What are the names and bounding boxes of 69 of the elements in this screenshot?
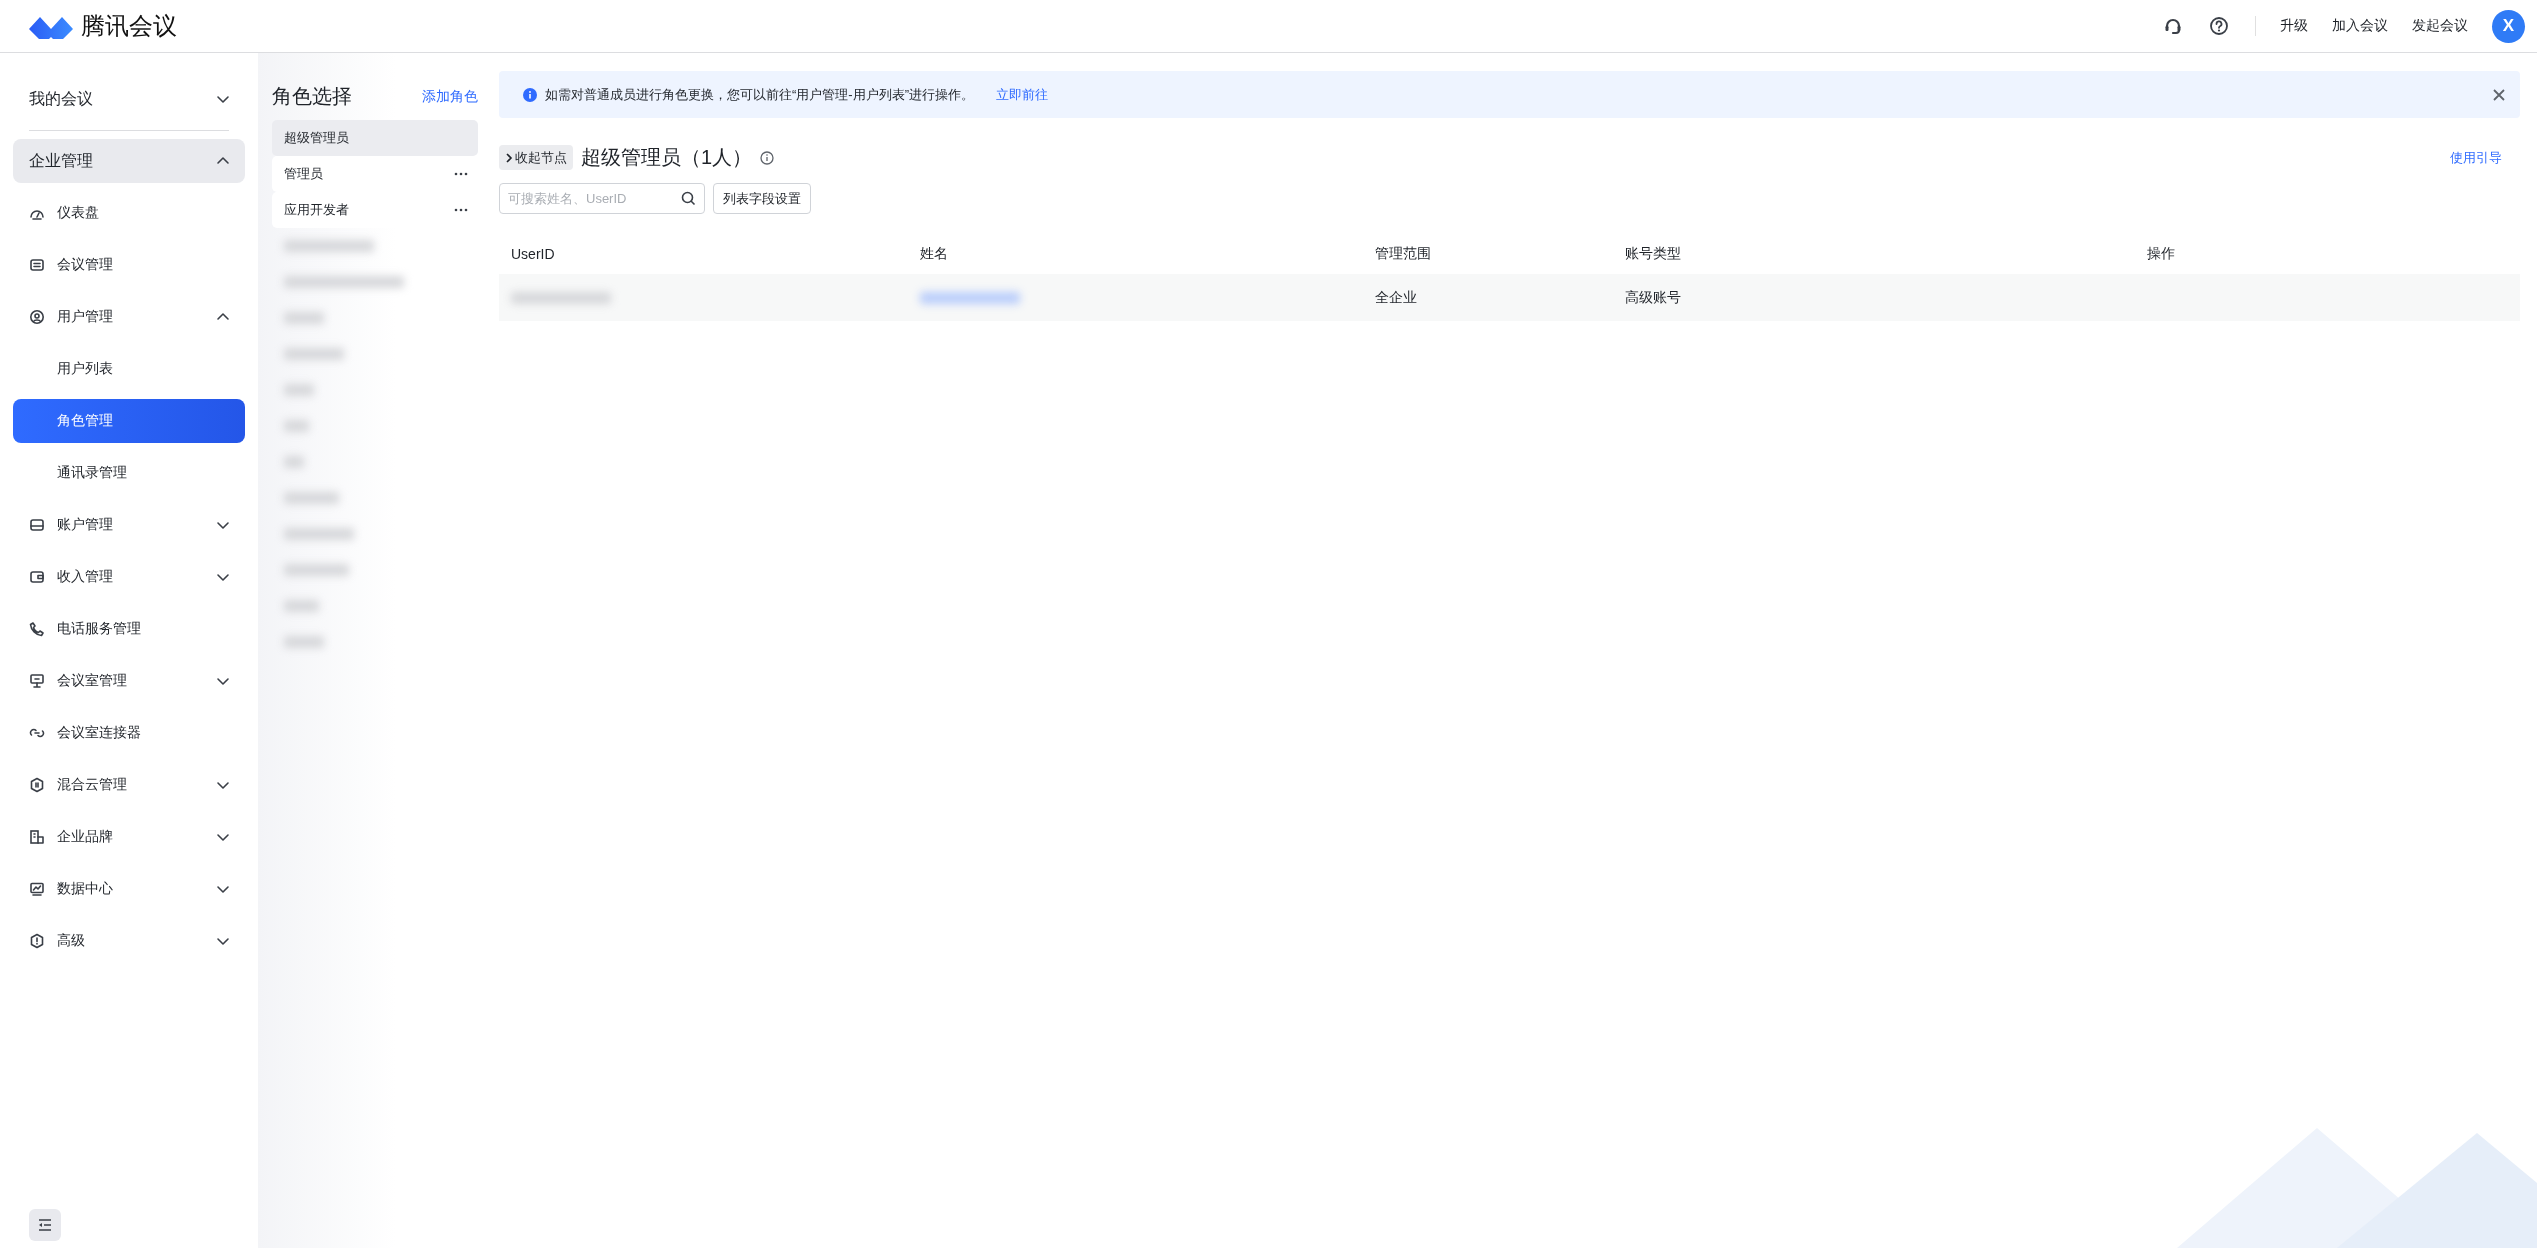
blurred-role	[284, 528, 354, 540]
nav-icon	[29, 257, 45, 273]
nav-icon	[29, 569, 45, 585]
info-outline-icon[interactable]	[760, 150, 775, 165]
nav-subitem[interactable]: 用户列表	[13, 347, 245, 391]
panel-title: 角色选择	[272, 84, 352, 109]
nav-subitem[interactable]: 通讯录管理	[13, 451, 245, 495]
column-header: 管理范围	[1374, 244, 1432, 263]
header-link[interactable]: 升级	[2280, 17, 2308, 35]
role-title: 超级管理员（1人）	[581, 145, 753, 170]
blurred-role	[284, 348, 344, 360]
column-header: 姓名	[919, 244, 949, 263]
app-name: 腾讯会议	[81, 11, 177, 41]
go-now-link[interactable]: 立即前往	[996, 85, 1048, 104]
nav-item[interactable]: 电话服务管理	[13, 607, 245, 651]
nav-item[interactable]: 高级	[13, 919, 245, 963]
nav-item[interactable]: 企业品牌	[13, 815, 245, 859]
field-settings-button[interactable]: 列表字段设置	[713, 183, 811, 214]
role-item[interactable]: 超级管理员	[272, 120, 478, 156]
nav-item[interactable]: 会议室连接器	[13, 711, 245, 755]
nav-item[interactable]: 收入管理	[13, 555, 245, 599]
nav-item[interactable]: 会议管理	[13, 243, 245, 287]
nav-item[interactable]: 用户管理	[13, 295, 245, 339]
more-icon[interactable]	[454, 172, 468, 176]
blurred-role	[284, 564, 349, 576]
user-avatar[interactable]: X	[2492, 9, 2525, 43]
nav-subitem[interactable]: 角色管理	[13, 399, 245, 443]
nav-group[interactable]: 我的会议	[13, 77, 245, 121]
nav-item[interactable]: 账户管理	[13, 503, 245, 547]
nav-item[interactable]: 数据中心	[13, 867, 245, 911]
headset-icon[interactable]	[2163, 16, 2183, 36]
info-icon	[523, 87, 537, 102]
nav-icon	[29, 621, 45, 637]
nav-icon	[29, 517, 45, 533]
nav-icon	[29, 881, 45, 897]
blurred-role	[284, 492, 339, 504]
nav-section[interactable]: 企业管理	[13, 139, 245, 183]
header-link[interactable]: 加入会议	[2332, 17, 2388, 35]
collapse-node-button[interactable]: 收起节点	[499, 145, 573, 170]
column-header: 操作	[2146, 244, 2176, 263]
header-link[interactable]: 发起会议	[2412, 17, 2468, 35]
search-icon[interactable]	[681, 191, 696, 206]
help-icon[interactable]	[2209, 16, 2229, 36]
nav-item[interactable]: 混合云管理	[13, 763, 245, 807]
search-field[interactable]: 可搜索姓名、UserID	[499, 183, 705, 214]
column-header: UserID	[510, 245, 556, 264]
nav-icon	[29, 777, 45, 793]
nav-icon	[29, 309, 45, 325]
chevron-right-icon	[503, 151, 515, 164]
table-cell: 全企业	[1363, 274, 1613, 321]
banner-text: 如需对普通成员进行角色更换，您可以前往“用户管理-用户列表”进行操作。	[545, 85, 974, 104]
table-cell: 高级账号	[1613, 274, 2135, 321]
nav-icon	[29, 829, 45, 845]
nav-item[interactable]: 会议室管理	[13, 659, 245, 703]
close-icon[interactable]	[2492, 87, 2506, 102]
collapse-icon	[37, 1217, 53, 1233]
column-header: 账号类型	[1624, 244, 1682, 263]
add-role-link[interactable]: 添加角色	[422, 87, 478, 106]
blurred-role	[284, 420, 309, 432]
blurred-role	[284, 312, 324, 324]
nav-icon	[29, 933, 45, 949]
more-icon[interactable]	[454, 208, 468, 212]
blurred-role	[284, 384, 314, 396]
blurred-role	[284, 600, 319, 612]
blurred-role	[284, 636, 324, 648]
guide-link[interactable]: 使用引导	[2450, 148, 2502, 167]
nav-item[interactable]: 仪表盘	[13, 191, 245, 235]
collapse-sidebar-button[interactable]	[29, 1209, 61, 1241]
nav-icon	[29, 673, 45, 689]
